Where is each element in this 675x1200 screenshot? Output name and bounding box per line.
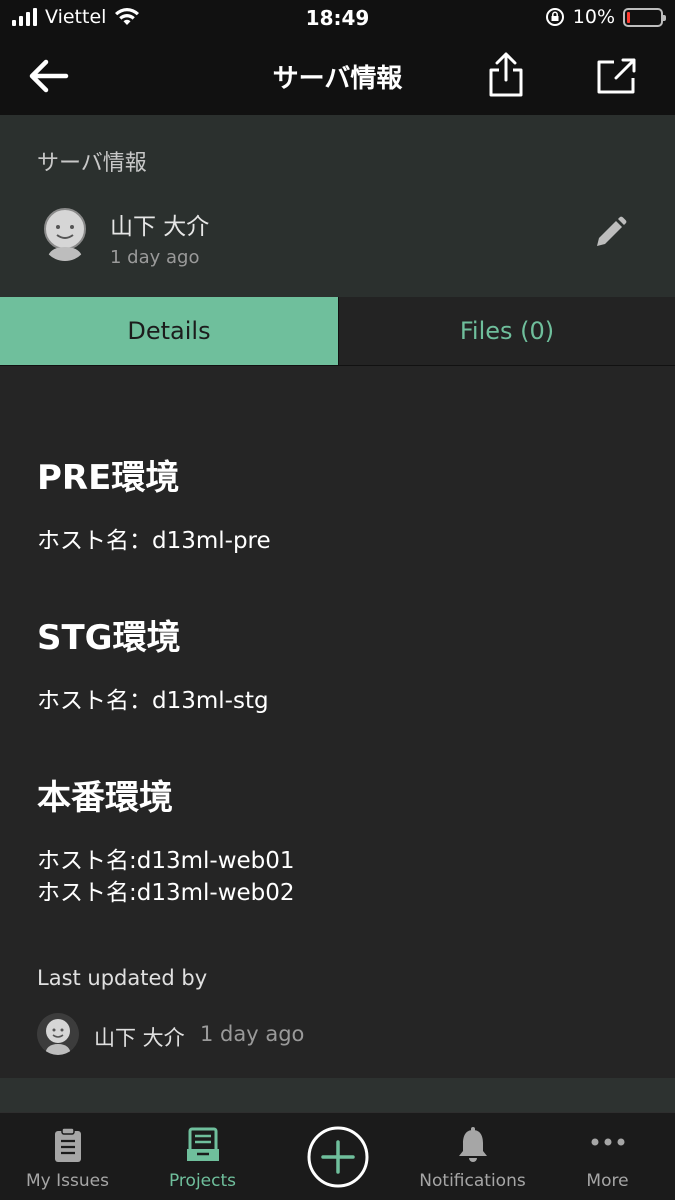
host-line-stg: ホスト名：d13ml-stg	[37, 688, 269, 714]
share-icon[interactable]	[486, 52, 526, 98]
section-heading-prod: 本番環境	[37, 778, 173, 818]
tab-add[interactable]	[270, 1113, 405, 1200]
author-avatar[interactable]	[40, 207, 90, 261]
host-line-web02: ホスト名:d13ml-web02	[37, 880, 295, 906]
issue-header: サーバ情報 山下 大介 1 day ago	[0, 115, 675, 297]
open-external-icon[interactable]	[594, 56, 640, 96]
bell-icon	[458, 1127, 487, 1162]
projects-icon	[186, 1127, 219, 1161]
issue-title: サーバ情報	[37, 151, 147, 176]
tab-notifications[interactable]: Notifications	[405, 1113, 540, 1200]
tab-label-more: More	[586, 1171, 629, 1191]
updater-avatar[interactable]	[37, 1013, 79, 1055]
tab-label-notifications: Notifications	[419, 1171, 526, 1191]
navigation-bar: サーバ情報	[0, 38, 675, 115]
bottom-tab-bar: My Issues Projects Notifications More	[0, 1112, 675, 1200]
tab-details[interactable]: Details	[0, 297, 338, 365]
content-footer-strip	[0, 1078, 675, 1112]
avatar-face-icon	[44, 208, 86, 261]
tab-my-issues[interactable]: My Issues	[0, 1113, 135, 1200]
status-bar: Viettel 18:49 10%	[0, 0, 675, 38]
section-heading-stg: STG環境	[37, 618, 181, 658]
battery-icon	[623, 7, 666, 27]
battery-level	[627, 11, 630, 23]
status-right: 10%	[545, 6, 666, 28]
add-circle-icon	[307, 1126, 368, 1188]
tab-label-projects: Projects	[168, 1171, 237, 1191]
tab-files[interactable]: Files (0)	[338, 297, 675, 365]
more-dots-icon	[591, 1138, 624, 1146]
tab-label-my-issues: My Issues	[26, 1171, 109, 1191]
host-line-pre: ホスト名：d13ml-pre	[37, 528, 271, 554]
battery-percent: 10%	[572, 6, 615, 28]
updater-name: 山下 大介	[94, 1026, 185, 1050]
updater-time: 1 day ago	[200, 1022, 305, 1046]
host-line-web01: ホスト名:d13ml-web01	[37, 848, 295, 874]
author-time: 1 day ago	[110, 247, 200, 268]
section-heading-pre: PRE環境	[37, 458, 180, 498]
orientation-lock-icon	[545, 8, 564, 26]
tab-projects[interactable]: Projects	[135, 1113, 270, 1200]
last-updated-label: Last updated by	[37, 966, 208, 990]
edit-pencil-icon[interactable]	[592, 215, 628, 251]
page-title: サーバ情報	[272, 64, 403, 94]
detail-tabs: Details Files (0)	[0, 297, 675, 365]
clipboard-icon	[54, 1127, 81, 1162]
issue-description: PRE環境 ホスト名：d13ml-pre STG環境 ホスト名：d13ml-st…	[0, 366, 675, 1078]
avatar-face-icon	[37, 1013, 79, 1055]
tab-more[interactable]: More	[540, 1113, 675, 1200]
author-name: 山下 大介	[110, 214, 210, 240]
